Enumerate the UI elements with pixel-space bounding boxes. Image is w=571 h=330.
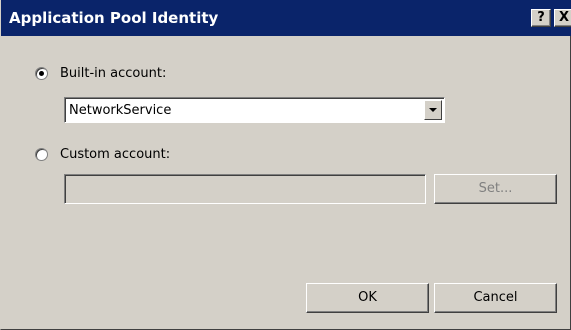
custom-account-option[interactable]: Custom account: bbox=[35, 147, 170, 162]
custom-account-label: Custom account: bbox=[60, 147, 171, 162]
title-bar: Application Pool Identity ? X bbox=[1, 0, 571, 36]
builtin-account-option[interactable]: Built-in account: bbox=[35, 66, 166, 81]
builtin-account-radio[interactable] bbox=[35, 67, 48, 80]
close-button[interactable]: X bbox=[554, 9, 571, 27]
chevron-down-icon[interactable] bbox=[424, 100, 442, 120]
ok-button[interactable]: OK bbox=[306, 283, 429, 313]
builtin-account-value: NetworkService bbox=[69, 103, 172, 118]
builtin-account-dropdown[interactable]: NetworkService bbox=[64, 97, 445, 123]
set-button[interactable]: Set... bbox=[434, 174, 557, 204]
builtin-account-label: Built-in account: bbox=[60, 66, 167, 81]
cancel-button[interactable]: Cancel bbox=[434, 283, 557, 313]
custom-account-radio[interactable] bbox=[35, 148, 48, 161]
custom-account-field[interactable] bbox=[64, 174, 426, 204]
dialog-title: Application Pool Identity bbox=[9, 9, 219, 27]
help-button[interactable]: ? bbox=[531, 9, 551, 27]
application-pool-identity-dialog: Application Pool Identity ? X Built-in a… bbox=[0, 0, 571, 330]
